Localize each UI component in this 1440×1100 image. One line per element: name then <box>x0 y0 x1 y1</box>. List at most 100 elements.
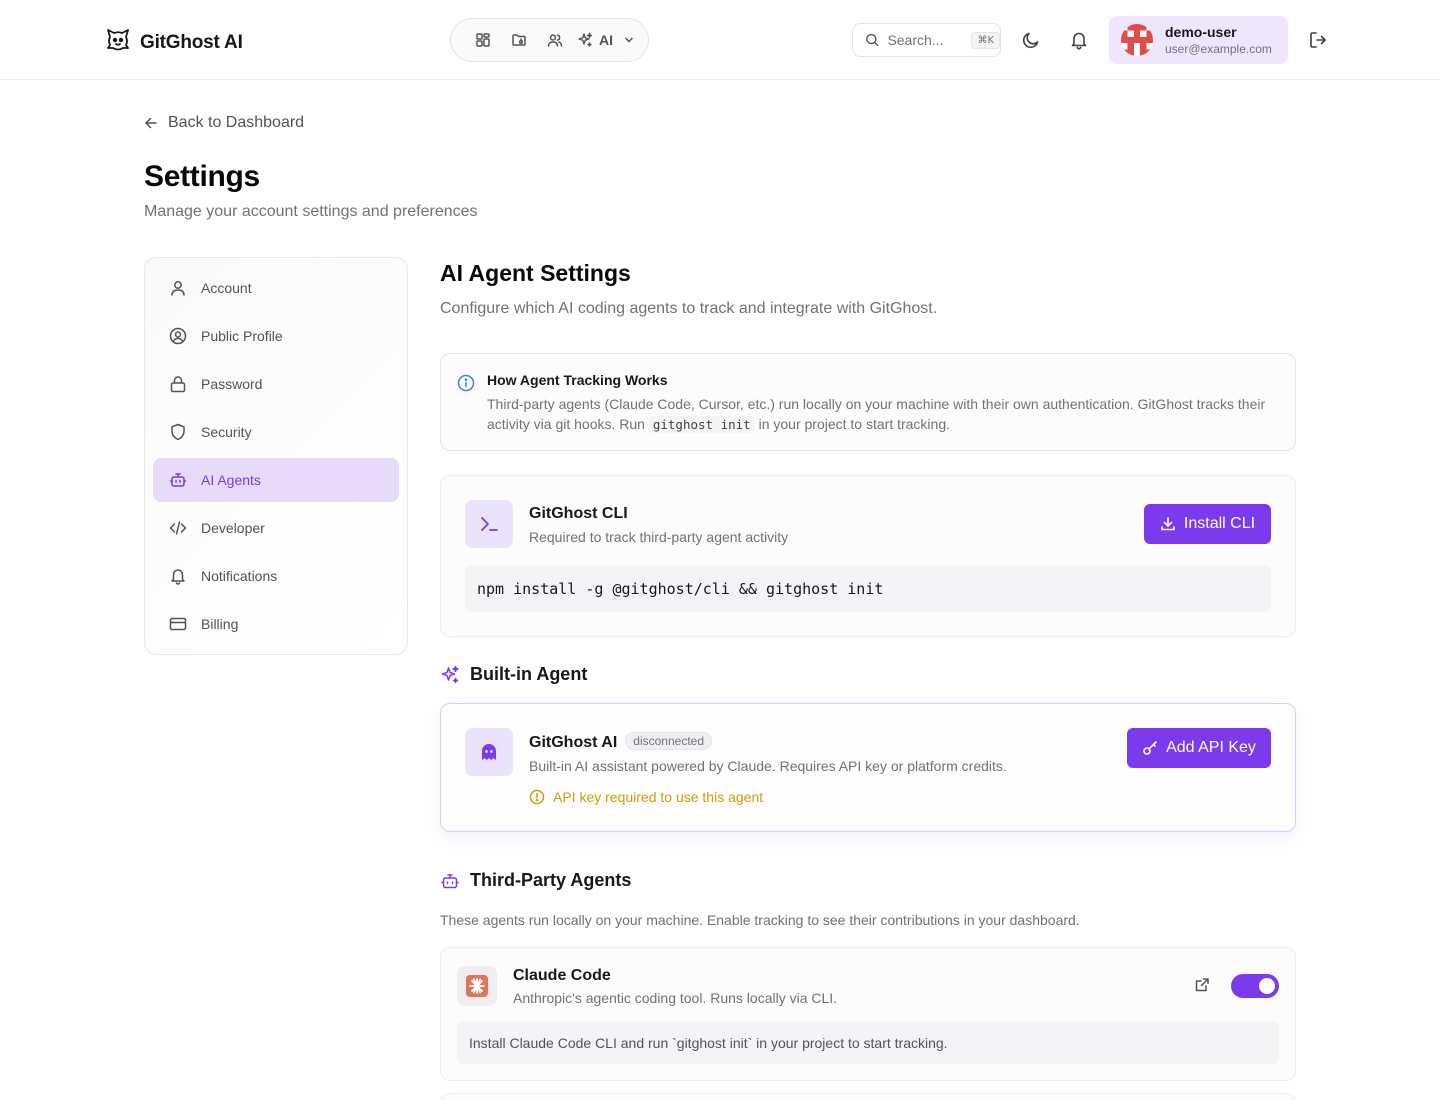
lock-icon <box>170 376 186 393</box>
info-text: Third-party agents (Claude Code, Cursor,… <box>487 394 1277 435</box>
agent-name: Claude Code <box>513 967 611 984</box>
claude-logo-tile <box>457 966 497 1006</box>
api-key-warning: API key required to use this agent <box>529 789 763 805</box>
claude-logo-icon <box>466 975 488 997</box>
user-menu[interactable]: demo-user user@example.com <box>1109 16 1288 64</box>
inline-code: gitghost init <box>648 416 755 433</box>
install-cli-label: Install CLI <box>1183 515 1256 532</box>
search-input[interactable] <box>887 32 964 48</box>
sidebar-item-account[interactable]: Account <box>153 266 399 310</box>
install-command[interactable]: npm install -g @gitghost/cli && gitghost… <box>465 565 1271 612</box>
builtin-title-row: GitGhost AI disconnected <box>529 732 713 752</box>
theme-toggle-button[interactable] <box>1017 26 1045 54</box>
shield-icon <box>171 423 185 441</box>
agent-description: Anthropic's agentic coding tool. Runs lo… <box>513 990 838 1006</box>
search-icon <box>866 33 879 47</box>
api-key-warning-text: API key required to use this agent <box>553 789 764 805</box>
brand[interactable]: GitGhost AI <box>104 26 243 59</box>
terminal-tile <box>465 500 513 548</box>
brand-name: GitGhost AI <box>140 31 243 53</box>
chevron-down-icon <box>625 37 633 43</box>
add-api-key-button[interactable]: Add API Key <box>1127 728 1271 768</box>
ghost-tile <box>465 728 513 776</box>
sidebar-item-security[interactable]: Security <box>153 410 399 454</box>
notifications-button[interactable] <box>1065 26 1093 54</box>
bot-icon <box>441 873 459 888</box>
info-text-part: in your project to start tracking. <box>754 416 951 432</box>
install-cli-button[interactable]: Install CLI <box>1144 504 1271 544</box>
cli-title: GitGhost CLI <box>529 505 628 522</box>
sidebar-item-label: AI Agents <box>201 472 261 488</box>
user-icon <box>171 281 185 296</box>
cli-card: GitGhost CLI Required to track third-par… <box>440 475 1296 637</box>
user-circle-icon <box>169 327 187 345</box>
top-bar: GitGhost AI AI ⌘K <box>0 0 1440 80</box>
main-nav: AI <box>450 18 649 62</box>
code-icon <box>169 521 187 535</box>
nav-team-button[interactable] <box>537 26 573 54</box>
sparkles-icon <box>441 665 459 683</box>
search-shortcut-badge: ⌘K <box>971 31 1000 49</box>
info-callout: How Agent Tracking Works Third-party age… <box>440 353 1296 451</box>
user-name: demo-user <box>1165 23 1237 40</box>
arrow-left-icon <box>145 117 157 129</box>
nav-repositories-button[interactable] <box>501 26 537 54</box>
key-icon <box>1143 741 1157 755</box>
back-to-dashboard-link[interactable]: Back to Dashboard <box>144 114 304 132</box>
agent-setup-hint: Install Claude Code CLI and run `gitghos… <box>457 1021 1279 1064</box>
sidebar-item-label: Notifications <box>201 568 278 584</box>
sidebar-item-label: Password <box>201 376 263 392</box>
sidebar-item-label: Account <box>201 280 252 296</box>
sidebar-item-notifications[interactable]: Notifications <box>153 554 399 598</box>
avatar <box>1121 24 1153 56</box>
moon-icon <box>1022 32 1039 49</box>
info-icon <box>457 374 475 450</box>
tracking-toggle[interactable] <box>1231 974 1279 998</box>
nav-ai-menu[interactable]: AI <box>573 32 635 48</box>
agent-card-next <box>440 1093 1296 1100</box>
users-icon <box>547 34 563 47</box>
sidebar-item-label: Security <box>201 424 252 440</box>
download-icon <box>1161 517 1175 531</box>
nav-dashboard-button[interactable] <box>465 26 501 54</box>
bot-icon <box>169 473 187 487</box>
bell-icon <box>171 569 185 585</box>
log-out-icon <box>1310 32 1326 48</box>
sparkles-icon <box>578 32 593 47</box>
sidebar-item-label: Developer <box>201 520 265 536</box>
section-title: AI Agent Settings <box>440 260 631 286</box>
third-party-heading: Third-Party Agents <box>440 870 631 891</box>
user-email: user@example.com <box>1165 41 1272 56</box>
builtin-description: Built-in AI assistant powered by Claude.… <box>529 758 1007 774</box>
sidebar-item-label: Public Profile <box>201 328 283 344</box>
settings-sidebar: Account Public Profile Password Security… <box>144 257 408 655</box>
sidebar-item-ai-agents[interactable]: AI Agents <box>153 458 399 502</box>
back-label: Back to Dashboard <box>168 114 305 131</box>
folder-git-icon <box>512 34 526 46</box>
logout-button[interactable] <box>1304 26 1332 54</box>
terminal-icon <box>481 517 498 531</box>
sidebar-item-public-profile[interactable]: Public Profile <box>153 314 399 358</box>
user-info: demo-user user@example.com <box>1165 24 1272 57</box>
layout-grid-icon <box>476 33 490 47</box>
search-box[interactable]: ⌘K <box>852 23 1001 57</box>
third-party-subtitle: These agents run locally on your machine… <box>440 912 1080 928</box>
sidebar-item-label: Billing <box>201 616 239 632</box>
builtin-heading-label: Built-in Agent <box>470 664 588 684</box>
ghost-icon <box>482 744 496 760</box>
builtin-agent-card: GitGhost AI disconnected Built-in AI assi… <box>440 703 1296 832</box>
status-badge: disconnected <box>625 732 713 750</box>
sidebar-item-billing[interactable]: Billing <box>153 602 399 646</box>
sidebar-item-password[interactable]: Password <box>153 362 399 406</box>
alert-circle-icon <box>529 789 545 805</box>
sidebar-item-developer[interactable]: Developer <box>153 506 399 550</box>
ghost-logo-icon <box>104 26 132 59</box>
bell-icon <box>1071 32 1087 50</box>
third-party-heading-label: Third-Party Agents <box>470 870 632 890</box>
page-subtitle: Manage your account settings and prefere… <box>144 203 478 220</box>
info-title: How Agent Tracking Works <box>487 372 668 388</box>
external-link-button[interactable] <box>1194 977 1210 998</box>
agent-card-claude-code: Claude Code Anthropic's agentic coding t… <box>440 947 1296 1081</box>
builtin-agent-name: GitGhost AI <box>529 734 618 751</box>
external-link-icon <box>1195 978 1209 992</box>
